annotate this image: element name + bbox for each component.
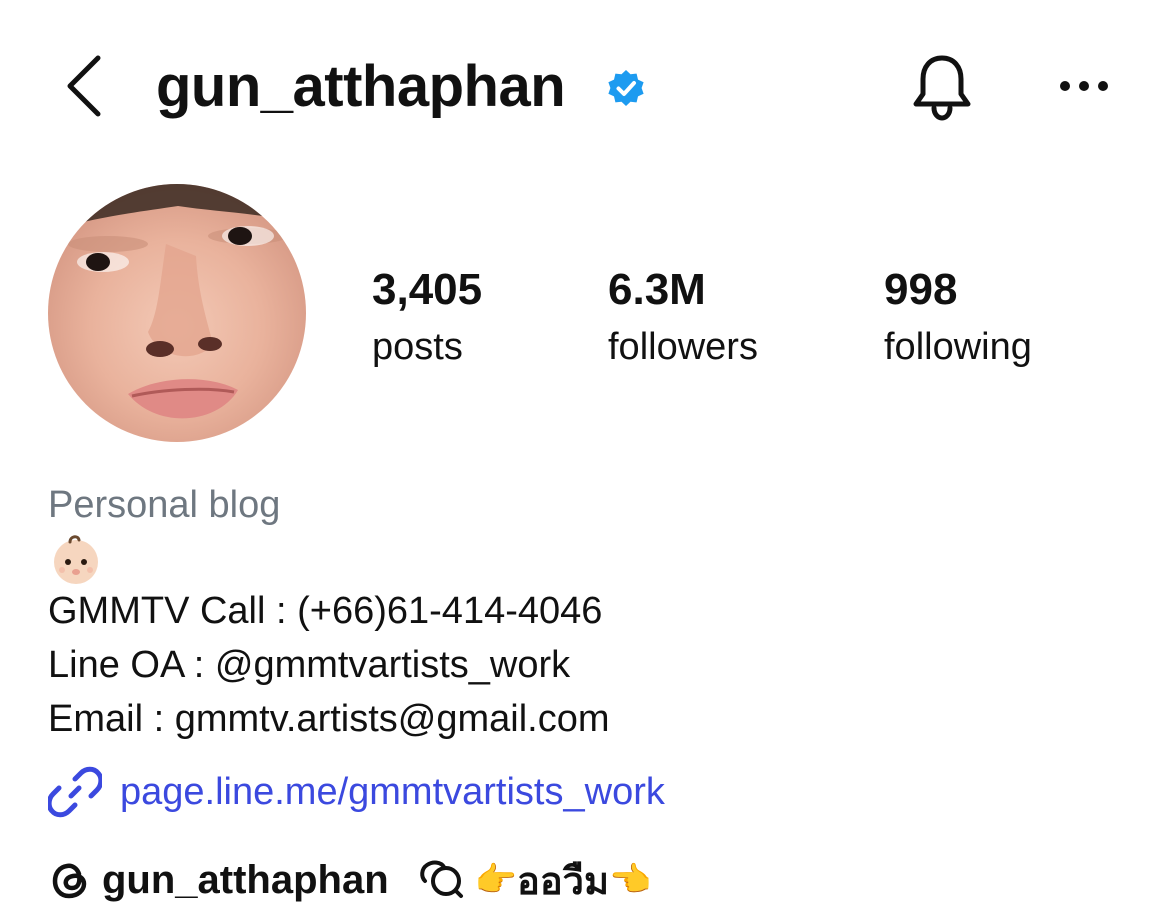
verified-badge-icon	[608, 70, 644, 106]
threads-badge[interactable]: gun_atthaphan 👉 ออวืม 👈	[48, 852, 651, 908]
chevron-left-icon	[67, 55, 101, 117]
threads-status: 👉 ออวืม 👈	[475, 850, 652, 911]
bio-link[interactable]: page.line.me/gmmtvartists_work	[48, 764, 665, 820]
bio-line-email: Email : gmmtv.artists@gmail.com	[48, 698, 610, 740]
posts-label: posts	[372, 326, 463, 368]
threads-status-text: ออวืม	[517, 860, 610, 903]
stat-following[interactable]: 998 following	[884, 262, 1032, 372]
profile-avatar[interactable]	[48, 184, 306, 442]
following-count: 998	[884, 265, 958, 314]
avatar-face-illustration	[48, 184, 306, 419]
followers-count: 6.3M	[608, 265, 706, 314]
profile-category: Personal blog	[48, 484, 281, 526]
more-options-button[interactable]	[1048, 62, 1120, 110]
more-horizontal-icon	[1060, 81, 1108, 91]
bio-link-text: page.line.me/gmmtvartists_work	[120, 771, 665, 813]
link-icon	[48, 766, 102, 818]
pointing-right-emoji: 👉	[474, 860, 518, 900]
back-button[interactable]	[52, 48, 116, 124]
bell-icon	[913, 55, 971, 121]
threads-logo-icon	[52, 863, 87, 899]
posts-count: 3,405	[372, 265, 483, 314]
chat-bubbles-icon	[417, 857, 465, 904]
bio-line-phone: GMMTV Call : (+66)61-414-4046	[48, 590, 603, 632]
followers-label: followers	[608, 326, 758, 368]
following-label: following	[884, 326, 1032, 368]
threads-handle: gun_atthaphan	[102, 857, 389, 902]
pointing-left-emoji: 👈	[609, 860, 652, 900]
bio-line-line-oa: Line OA : @gmmtvartists_work	[48, 644, 571, 686]
baby-face-emoji	[54, 535, 98, 584]
profile-username: gun_atthaphan	[156, 54, 566, 119]
notifications-button[interactable]	[900, 46, 984, 130]
stat-followers[interactable]: 6.3M followers	[608, 262, 758, 372]
stat-posts[interactable]: 3,405 posts	[372, 262, 482, 372]
